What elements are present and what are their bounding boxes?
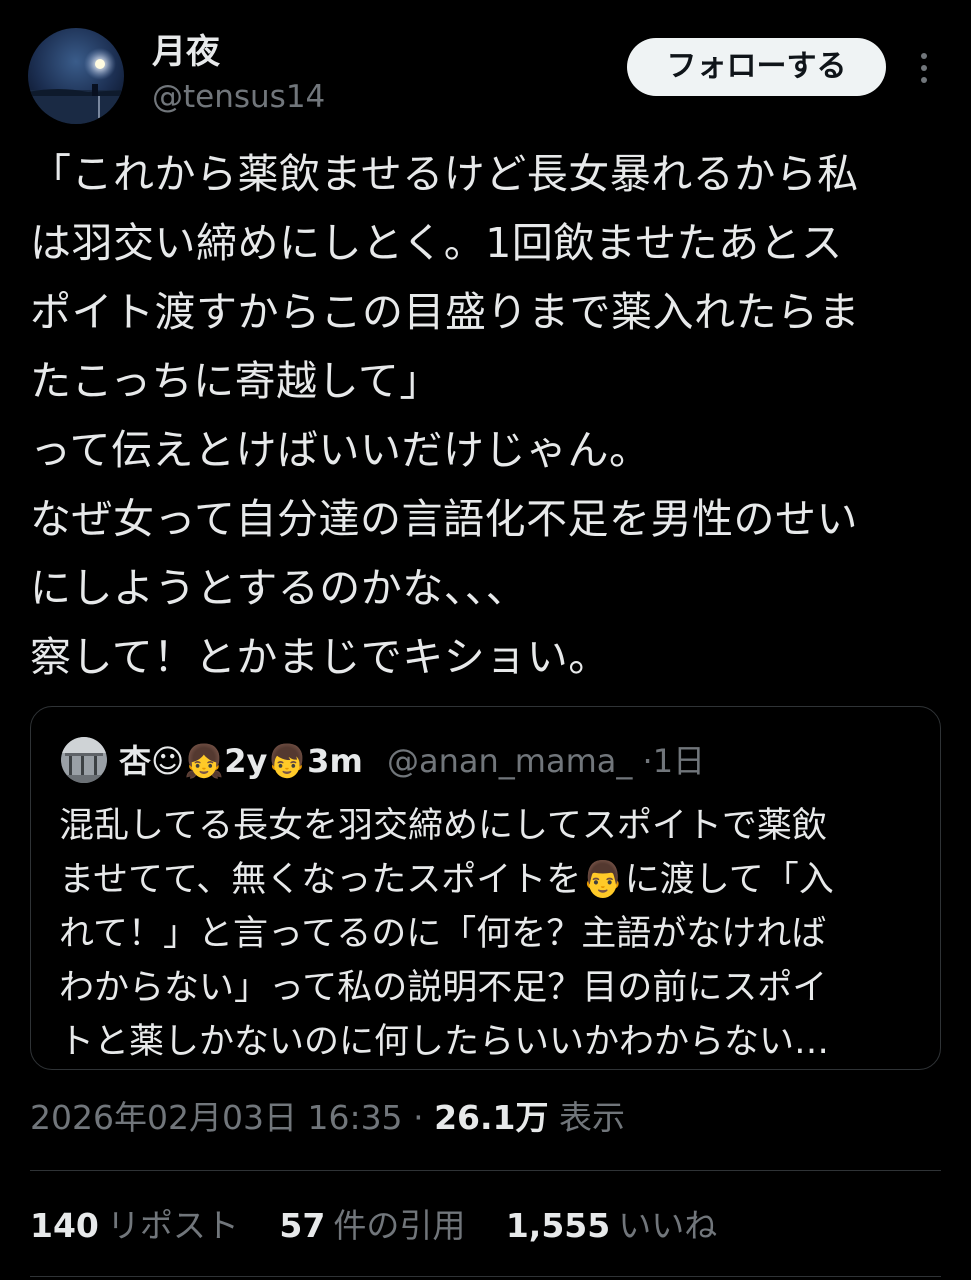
quote-line: ませてて、無くなったスポイトを👨に渡して「入 (59, 860, 834, 900)
reposts-count: 140 (30, 1206, 99, 1245)
quote-avatar-image (61, 737, 107, 783)
likes-stat[interactable]: 1,555 いいね (506, 1206, 717, 1245)
tweet-header: 月夜 @tensus14 フォローする (0, 0, 971, 130)
reposts-stat[interactable]: 140 リポスト (30, 1206, 239, 1245)
meta-separator: · (413, 1098, 424, 1137)
quoted-tweet-card[interactable]: 杏☺👧2y👦3m @anan_mama_ ·1日 混乱してる長女を羽交締めにして… (30, 706, 941, 1070)
views-label: 表示 (558, 1098, 625, 1137)
tweet-line: って伝えとけばいいだけじゃん。 (30, 426, 651, 474)
author-display-name[interactable]: 月夜 (152, 30, 220, 74)
tweet-line: なぜ女って自分達の言語化不足を男性のせい (30, 495, 858, 543)
quote-line: トと薬しかないのに何したらいいかわからない… (59, 1022, 830, 1062)
tweet-line: 「これから薬飲ませるけど長女暴れるから私 (30, 150, 859, 198)
quote-line: れて！」と言ってるのに「何を？主語がなければ (59, 914, 827, 954)
tweet-line: 察して！とかまじでキショい。 (30, 633, 610, 681)
author-handle[interactable]: @tensus14 (152, 76, 325, 118)
quote-author-display-name[interactable]: 杏☺👧2y👦3m (119, 739, 363, 783)
likes-count: 1,555 (505, 1206, 611, 1245)
likes-label: いいね (618, 1206, 718, 1245)
more-dot (921, 77, 927, 83)
tweet-line: ポイト渡すからこの目盛りまで薬入れたらま (30, 288, 860, 336)
views-count: 26.1万 (434, 1098, 549, 1137)
quotes-count: 57 (279, 1206, 326, 1245)
moon-lake-avatar-image (28, 28, 124, 124)
quote-meta-separator: · (642, 742, 653, 780)
more-dot (921, 65, 927, 71)
quote-line: 混乱してる長女を羽交締めにしてスポイトで薬飲 (59, 806, 827, 846)
quote-author-meta: @anan_mama_ ·1日 (387, 739, 705, 783)
quote-time[interactable]: 1日 (653, 742, 705, 780)
divider (30, 1170, 941, 1171)
tweet-line: は羽交い締めにしとく。1回飲ませたあとス (30, 219, 843, 267)
quote-author-avatar[interactable] (61, 737, 107, 783)
tweet-line: にしようとするのかな、、、 (30, 564, 528, 612)
tweet-datetime[interactable]: 2026年02月03日 16:35 (30, 1098, 403, 1137)
quotes-stat[interactable]: 57 件の引用 (279, 1206, 465, 1245)
tweet-meta-line: 2026年02月03日 16:35 · 26.1万 表示 (30, 1094, 625, 1142)
more-dot (921, 53, 927, 59)
more-vertical-icon[interactable] (908, 40, 940, 96)
quote-line: わからない」って私の説明不足？目の前にスポイ (59, 968, 828, 1008)
tweet-body: 「これから薬飲ませるけど長女暴れるから私 は羽交い締めにしとく。1回飲ませたあと… (30, 140, 945, 692)
tweet-line: たこっちに寄越して」 (30, 357, 441, 405)
quote-body: 混乱してる長女を羽交締めにしてスポイトで薬飲 ませてて、無くなったスポイトを👨に… (59, 799, 919, 1069)
quote-author-handle[interactable]: @anan_mama_ (387, 742, 632, 780)
follow-button[interactable]: フォローする (627, 38, 886, 96)
engagement-stats: 140 リポスト 57 件の引用 1,555 いいね (30, 1202, 747, 1250)
quotes-label: 件の引用 (333, 1206, 466, 1245)
author-avatar[interactable] (28, 28, 124, 124)
divider (30, 1276, 941, 1277)
reposts-label: リポスト (106, 1206, 239, 1245)
